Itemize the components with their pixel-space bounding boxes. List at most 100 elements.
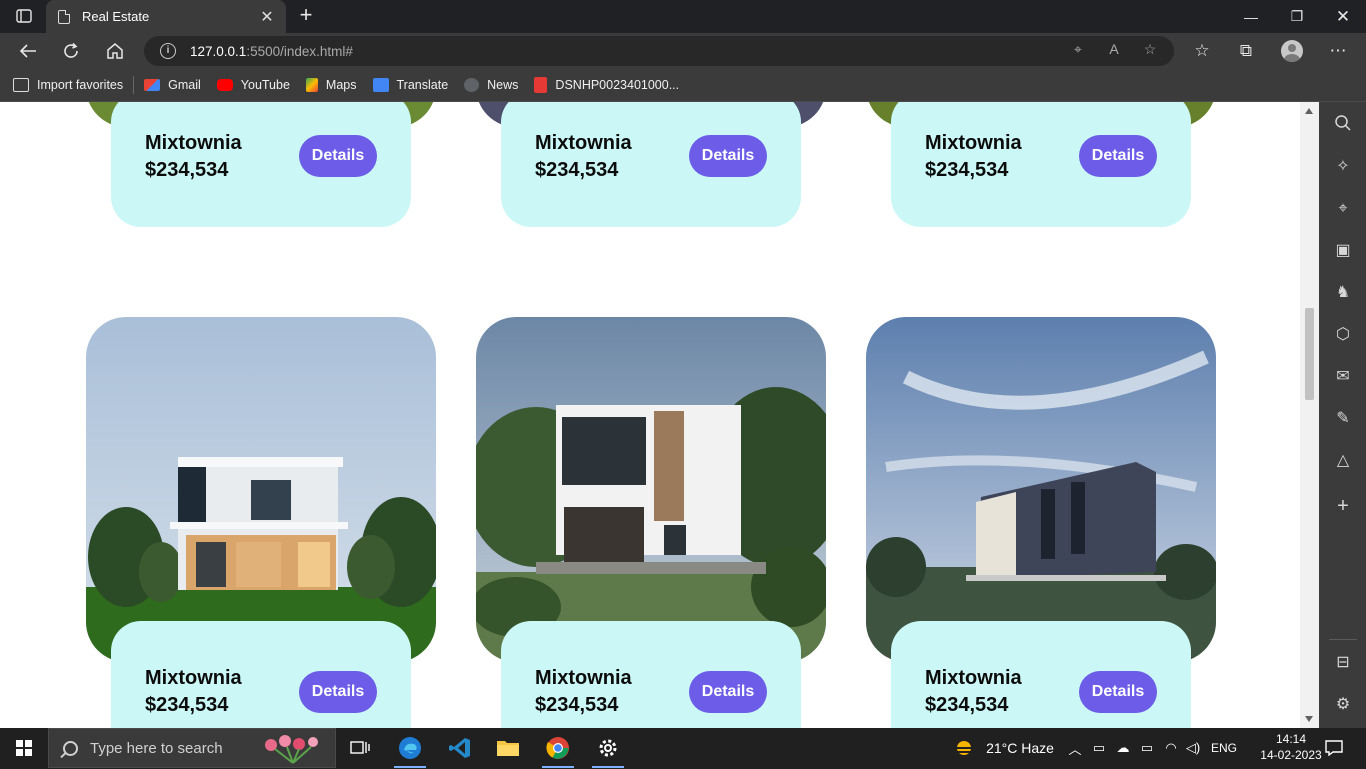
favorite-pdf[interactable]: DSNHP0023401000... (534, 77, 679, 93)
property-name: Mixtownia (535, 667, 632, 689)
page-viewport: Mixtownia $234,534 Details Mixtownia $23… (0, 102, 1319, 728)
property-image (866, 317, 1216, 662)
wifi-icon[interactable]: ◠ (1160, 728, 1182, 768)
chevron-up-icon[interactable]: ︿ (1064, 728, 1086, 768)
search-icon[interactable] (1332, 114, 1354, 136)
start-button[interactable] (0, 728, 48, 768)
details-button[interactable]: Details (1079, 135, 1157, 177)
collections-icon[interactable]: ⧉ (1230, 37, 1262, 65)
windows-taskbar: Type here to search 21°C Haze ︿ ▭ ☁ ▭ ◠ … (0, 728, 1366, 768)
close-window-icon[interactable]: ✕ (1320, 0, 1366, 33)
weather-icon[interactable] (950, 728, 978, 768)
property-info-card: Mixtownia $234,534 Details (891, 102, 1191, 227)
details-button[interactable]: Details (1079, 671, 1157, 713)
windows-icon (16, 740, 32, 756)
property-price: $234,534 (535, 159, 619, 181)
shopping-tag-icon[interactable]: ⌖ (1332, 198, 1354, 220)
property-image (86, 317, 436, 662)
property-name: Mixtownia (925, 667, 1022, 689)
site-info-icon[interactable]: i (160, 43, 176, 59)
file-explorer-icon[interactable] (484, 728, 532, 768)
tag-icon[interactable]: ⌖ (1068, 41, 1088, 61)
favorites-bar: Import favorites Gmail YouTube Maps Tran… (0, 69, 1366, 102)
address-bar[interactable]: i 127.0.0.1:5500/index.html# (144, 36, 1174, 66)
sparkle-icon[interactable]: ✧ (1332, 156, 1354, 178)
property-price: $234,534 (535, 694, 619, 716)
tab-title: Real Estate (82, 9, 150, 24)
tools-icon[interactable]: ▣ (1332, 240, 1354, 262)
clock-time: 14:14 (1275, 732, 1307, 746)
details-button[interactable]: Details (689, 135, 767, 177)
add-icon[interactable]: + (1332, 495, 1354, 517)
games-icon[interactable]: ♞ (1332, 282, 1354, 304)
property-name: Mixtownia (535, 132, 632, 154)
restore-icon[interactable]: ❐ (1274, 0, 1320, 33)
scroll-thumb[interactable] (1305, 308, 1314, 400)
outlook-icon[interactable]: ✉ (1332, 366, 1354, 388)
notification-center-icon[interactable] (1320, 728, 1348, 768)
taskbar-search[interactable]: Type here to search (48, 728, 336, 768)
read-aloud-icon[interactable]: A (1104, 41, 1124, 61)
news-icon (464, 78, 480, 92)
close-tab-icon[interactable]: ✕ (258, 7, 276, 27)
clock[interactable]: 14:14 14-02-2023 (1256, 731, 1326, 763)
favorite-maps[interactable]: Maps (305, 78, 357, 92)
bing-icon[interactable]: ⬡ (1332, 324, 1354, 346)
battery-icon[interactable]: ▭ (1136, 728, 1158, 768)
details-button[interactable]: Details (299, 671, 377, 713)
page-icon (58, 9, 70, 24)
volume-icon[interactable]: ◁) (1182, 728, 1204, 768)
notifications-icon[interactable]: △ (1332, 450, 1354, 472)
url-host: 127.0.0.1 (190, 43, 247, 59)
scroll-up-icon[interactable] (1305, 108, 1313, 114)
favorites-icon[interactable]: ☆ (1186, 37, 1218, 65)
property-price: $234,534 (925, 159, 1009, 181)
details-button[interactable]: Details (689, 671, 767, 713)
add-favorite-icon[interactable]: ☆ (1140, 41, 1160, 61)
divider (133, 76, 135, 94)
property-price: $234,534 (145, 694, 229, 716)
favorite-import[interactable]: Import favorites (13, 78, 123, 92)
vscode-app-icon[interactable] (436, 728, 484, 768)
favorite-youtube[interactable]: YouTube (216, 78, 290, 92)
property-image (476, 317, 826, 662)
favorite-label: News (487, 78, 519, 92)
minimize-icon[interactable]: — (1228, 0, 1274, 33)
chrome-app-icon[interactable] (534, 728, 582, 768)
language-indicator[interactable]: ENG (1206, 728, 1242, 768)
profile-avatar[interactable] (1276, 37, 1308, 65)
weather-text[interactable]: 21°C Haze (980, 728, 1060, 768)
details-button[interactable]: Details (299, 135, 377, 177)
favorite-translate[interactable]: Translate (372, 78, 448, 92)
refresh-icon[interactable] (56, 37, 86, 65)
tab-actions-icon[interactable] (8, 5, 40, 27)
sidebar-toggle-icon[interactable]: ⊟ (1332, 652, 1354, 674)
new-tab-icon[interactable]: + (294, 4, 318, 28)
edge-sidebar: ✧ ⌖ ▣ ♞ ⬡ ✉ ✎ △ + ⊟ ⚙ (1319, 102, 1366, 728)
property-name: Mixtownia (145, 667, 242, 689)
settings-icon[interactable]: ⚙ (1332, 694, 1354, 716)
meet-icon[interactable]: ▭ (1088, 728, 1110, 768)
flowers-icon (259, 733, 325, 769)
edge-app-icon[interactable] (386, 728, 434, 768)
property-price: $234,534 (925, 694, 1009, 716)
more-menu-icon[interactable]: ⋯ (1322, 37, 1354, 65)
settings-app-icon[interactable] (584, 728, 632, 768)
favorite-gmail[interactable]: Gmail (144, 78, 201, 92)
favorite-news[interactable]: News (464, 78, 518, 92)
onedrive-icon[interactable]: ☁ (1112, 728, 1134, 768)
back-icon[interactable] (13, 37, 43, 65)
translate-icon (372, 78, 389, 92)
home-icon[interactable] (100, 37, 130, 65)
favorite-label: Import favorites (37, 78, 124, 92)
property-info-card: Mixtownia $234,534 Details (501, 102, 801, 227)
property-name: Mixtownia (145, 132, 242, 154)
page-scrollbar[interactable] (1300, 102, 1319, 728)
task-view-icon[interactable] (336, 728, 384, 768)
property-price: $234,534 (145, 159, 229, 181)
gmail-icon (144, 79, 161, 91)
browser-tab[interactable]: Real Estate ✕ (46, 0, 286, 33)
favorite-label: DSNHP0023401000... (555, 78, 680, 92)
drop-icon[interactable]: ✎ (1332, 408, 1354, 430)
scroll-down-icon[interactable] (1305, 716, 1313, 722)
